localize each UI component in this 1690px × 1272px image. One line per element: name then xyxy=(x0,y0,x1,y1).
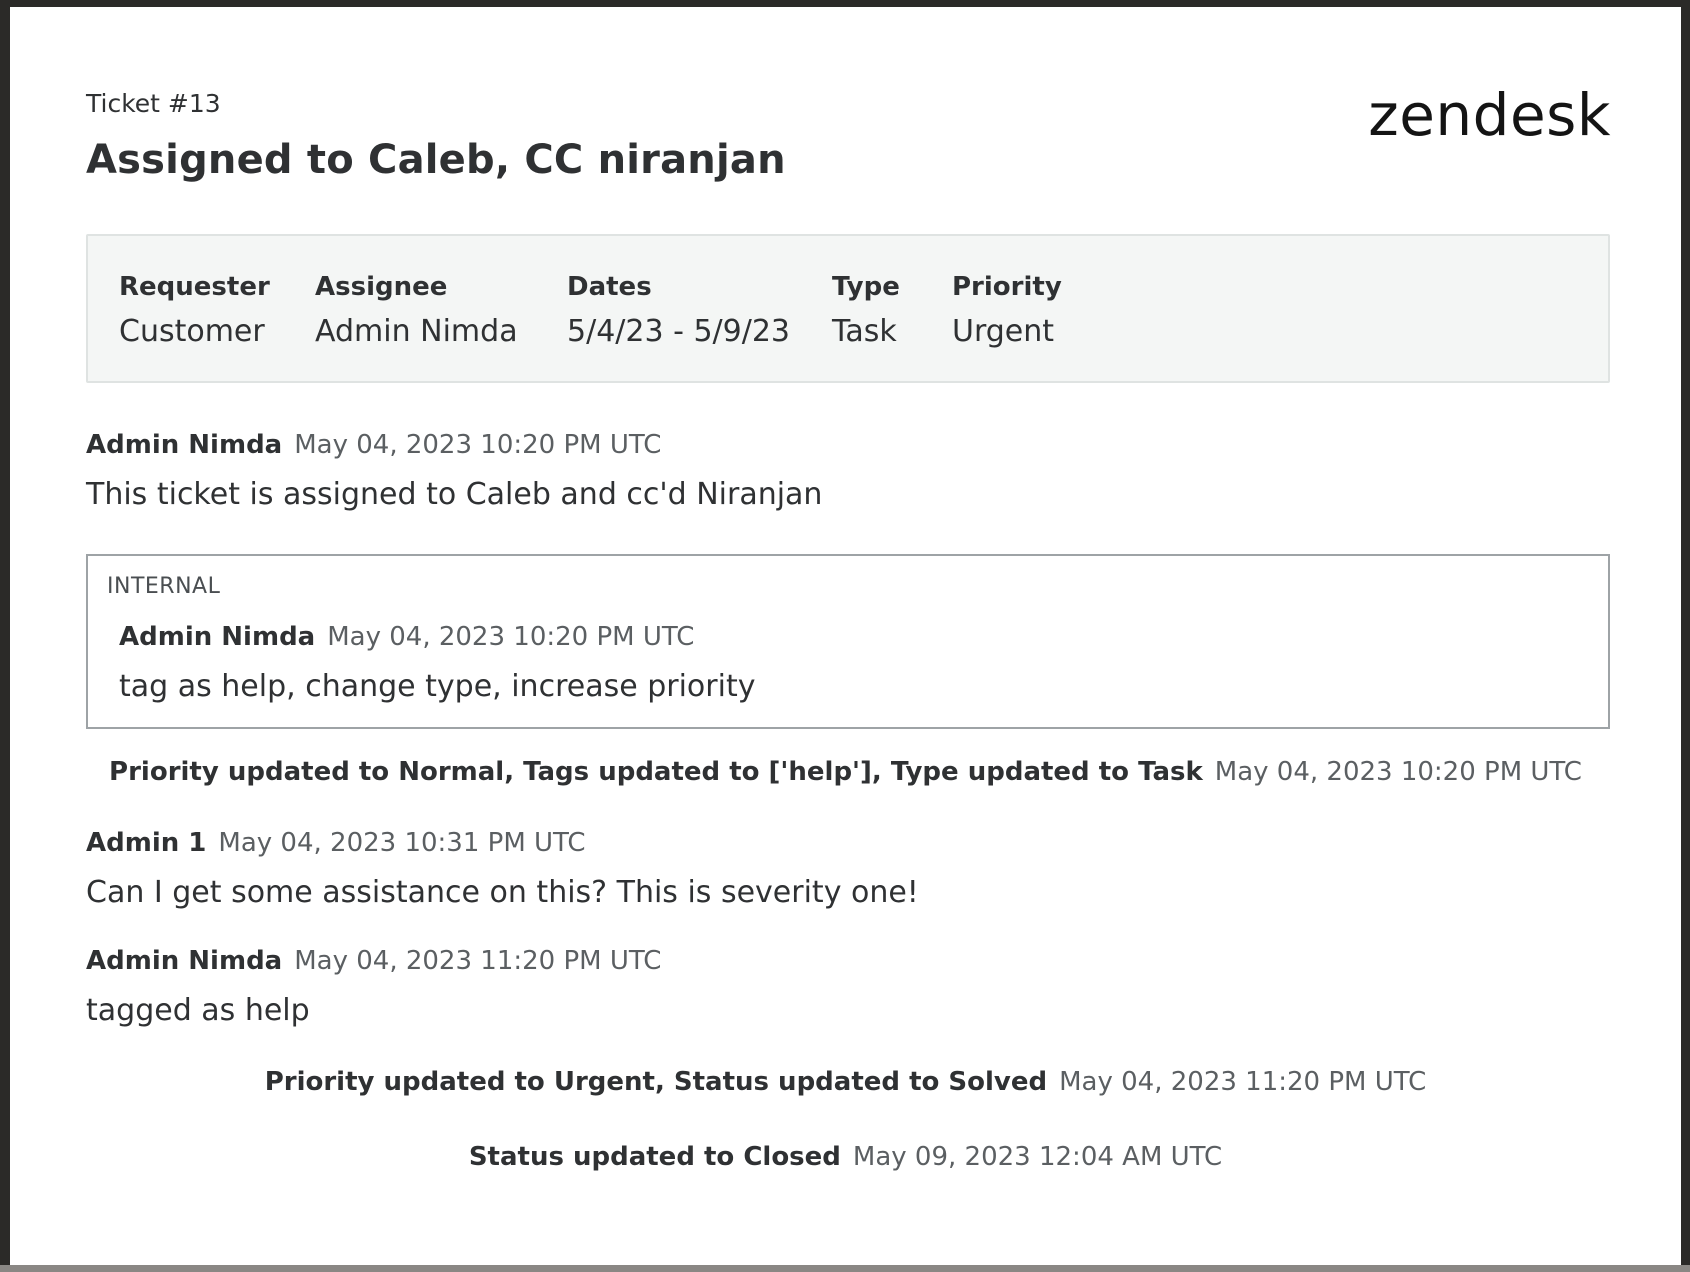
comment-body: tag as help, change type, increase prior… xyxy=(119,669,756,704)
comment: Admin Nimda May 04, 2023 11:20 PM UTC tag… xyxy=(86,944,661,1029)
ticket-event: Status updated to Closed May 09, 2023 12:… xyxy=(10,1140,1681,1177)
type-field: Type Task xyxy=(832,270,900,350)
comment-author: Admin 1 xyxy=(86,828,207,858)
comment-author: Admin Nimda xyxy=(86,946,283,976)
event-description: Priority updated to Urgent, Status updat… xyxy=(264,1067,1048,1097)
ticket-number: Ticket #13 xyxy=(86,89,221,118)
event-description: Status updated to Closed xyxy=(468,1142,841,1172)
comment-timestamp: May 04, 2023 10:31 PM UTC xyxy=(218,828,586,858)
requester-label: Requester xyxy=(119,272,270,302)
comment-header: Admin Nimda May 04, 2023 10:20 PM UTC xyxy=(119,620,755,657)
type-value: Task xyxy=(832,314,897,349)
comment: Admin 1 May 04, 2023 10:31 PM UTC Can I g… xyxy=(86,826,919,911)
ticket-page: Ticket #13 Assigned to Caleb, CC niranja… xyxy=(10,7,1681,1265)
internal-note: INTERNAL Admin Nimda May 04, 2023 10:20 P… xyxy=(86,554,1610,729)
dates-field: Dates 5/4/23 - 5/9/23 xyxy=(567,270,790,350)
comment-body: This ticket is assigned to Caleb and cc'… xyxy=(86,477,823,512)
priority-field: Priority Urgent xyxy=(952,270,1062,350)
dates-value: 5/4/23 - 5/9/23 xyxy=(567,314,791,349)
internal-comment: Admin Nimda May 04, 2023 10:20 PM UTC tag… xyxy=(119,620,755,705)
comment-header: Admin 1 May 04, 2023 10:31 PM UTC xyxy=(86,826,919,863)
requester-value: Customer xyxy=(119,314,265,349)
comment-header: Admin Nimda May 04, 2023 10:20 PM UTC xyxy=(86,428,822,465)
ticket-event: Priority updated to Urgent, Status updat… xyxy=(10,1065,1681,1102)
event-description: Priority updated to Normal, Tags updated… xyxy=(109,757,1203,787)
comment-header: Admin Nimda May 04, 2023 11:20 PM UTC xyxy=(86,944,661,981)
priority-label: Priority xyxy=(952,272,1062,302)
comment-body: Can I get some assistance on this? This … xyxy=(86,875,919,910)
event-timestamp: May 04, 2023 11:20 PM UTC xyxy=(1059,1067,1427,1097)
window-bottom-edge xyxy=(0,1265,1690,1272)
assignee-field: Assignee Admin Nimda xyxy=(315,270,518,350)
ticket-summary-panel: Requester Customer Assignee Admin Nimda … xyxy=(86,234,1610,383)
internal-label: INTERNAL xyxy=(107,574,221,599)
zendesk-logo: zendesk xyxy=(1368,81,1611,149)
type-label: Type xyxy=(832,272,900,302)
event-timestamp: May 09, 2023 12:04 AM UTC xyxy=(852,1142,1223,1172)
ticket-title: Assigned to Caleb, CC niranjan xyxy=(86,137,786,183)
priority-value: Urgent xyxy=(952,314,1055,349)
comment-timestamp: May 04, 2023 10:20 PM UTC xyxy=(294,430,662,460)
assignee-label: Assignee xyxy=(315,272,448,302)
comment-body: tagged as help xyxy=(86,993,310,1028)
comment-timestamp: May 04, 2023 10:20 PM UTC xyxy=(327,622,695,652)
dates-label: Dates xyxy=(567,272,652,302)
assignee-value: Admin Nimda xyxy=(315,314,518,349)
comment-author: Admin Nimda xyxy=(119,622,316,652)
event-timestamp: May 04, 2023 10:20 PM UTC xyxy=(1214,757,1582,787)
comment: Admin Nimda May 04, 2023 10:20 PM UTC Thi… xyxy=(86,428,822,513)
comment-timestamp: May 04, 2023 11:20 PM UTC xyxy=(294,946,662,976)
requester-field: Requester Customer xyxy=(119,270,270,350)
ticket-event: Priority updated to Normal, Tags updated… xyxy=(10,755,1681,792)
comment-author: Admin Nimda xyxy=(86,430,283,460)
